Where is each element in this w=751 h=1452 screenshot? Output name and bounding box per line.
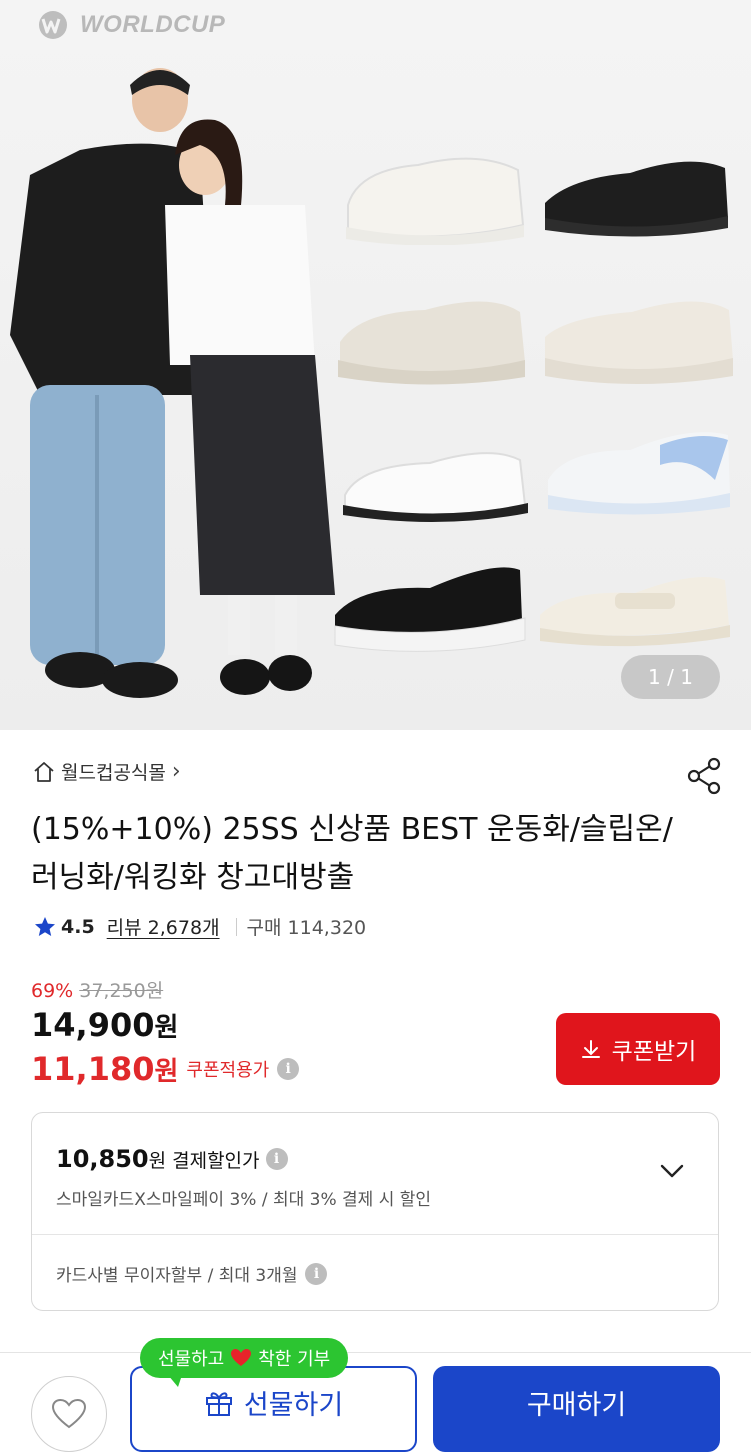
wishlist-button[interactable]	[31, 1376, 107, 1452]
purchase-count: 구매 114,320	[246, 917, 367, 939]
home-icon	[34, 761, 54, 782]
discount-rate: 69%	[31, 980, 74, 1002]
payment-benefit-box[interactable]: 10,850원 결제할인가 i 스마일카드X스마일페이 3% / 최대 3% 결…	[31, 1112, 719, 1311]
coupon-download-button[interactable]: 쿠폰받기	[556, 1013, 720, 1085]
gift-bubble-text-pre: 선물하고	[158, 1349, 225, 1370]
gift-bubble-text-post: 착한 기부	[258, 1349, 331, 1370]
download-icon	[581, 1040, 600, 1058]
info-icon[interactable]: i	[265, 1148, 288, 1170]
coupon-price-row: 11,180원 쿠폰적용가 i	[31, 1050, 300, 1088]
discount-row: 69% 37,250원	[31, 976, 163, 1003]
divider	[235, 917, 237, 936]
image-counter: 1 / 1	[621, 655, 720, 699]
product-title: (15%+10%) 25SS 신상품 BEST 운동화/슬립온/러닝화/워킹화 …	[31, 812, 673, 895]
shoe-beige-chunky-2	[545, 301, 733, 384]
share-icon[interactable]	[684, 756, 724, 796]
buy-button-label: 구매하기	[526, 1389, 627, 1421]
coupon-price-number: 11,180	[31, 1050, 155, 1088]
gift-button-label: 선물하기	[243, 1389, 344, 1421]
shoe-beige-chunky-1	[338, 301, 525, 385]
coupon-price-unit: 원	[154, 1057, 179, 1087]
buy-button[interactable]: 구매하기	[433, 1366, 720, 1452]
original-price: 37,250원	[79, 980, 164, 1002]
gift-donation-tooltip: 선물하고 착한 기부	[140, 1338, 349, 1387]
payment-price-label: 결제할인가	[172, 1149, 260, 1172]
worldcup-logo-icon	[39, 11, 67, 39]
shoe-black-slipon	[334, 567, 526, 652]
star-icon	[35, 916, 55, 936]
shoe-black-running	[545, 161, 728, 237]
installment-text: 카드사별 무이자할부 / 최대 3개월	[56, 1266, 298, 1286]
payment-price-row: 10,850원 결제할인가 i	[56, 1145, 288, 1173]
store-link[interactable]: 월드컵공식몰 ›	[33, 758, 181, 785]
store-name: 월드컵공식몰	[61, 762, 166, 784]
payment-price: 10,850원	[56, 1145, 167, 1173]
sale-price-number: 14,900	[31, 1006, 155, 1044]
installment-row: 카드사별 무이자할부 / 최대 3개월 i	[56, 1261, 328, 1286]
chevron-right-icon: ›	[171, 759, 181, 784]
product-image[interactable]: WORLDCUP 1 / 1	[0, 0, 751, 730]
rating-score: 4.5	[61, 915, 95, 938]
models-illustration	[10, 68, 335, 698]
heart-icon	[231, 1349, 252, 1366]
chevron-down-icon[interactable]	[658, 1157, 686, 1185]
rating-row: 4.5 리뷰 2,678개 구매 114,320	[33, 913, 366, 940]
payment-discount-desc: 스마일카드X스마일페이 3% / 최대 3% 결제 시 할인	[56, 1190, 432, 1210]
coupon-price-label: 쿠폰적용가	[186, 1060, 270, 1081]
shoe-white-running	[346, 157, 525, 245]
gift-icon	[205, 1392, 232, 1416]
coupon-price: 11,180원	[31, 1050, 178, 1088]
review-count-link[interactable]: 리뷰 2,678개	[107, 913, 220, 940]
heart-icon	[51, 1398, 87, 1429]
info-icon[interactable]: i	[305, 1262, 328, 1285]
coupon-button-label: 쿠폰받기	[611, 1038, 697, 1064]
info-icon[interactable]: i	[277, 1058, 300, 1080]
shoe-cream-strap	[540, 576, 730, 647]
sale-price: 14,900원	[31, 1006, 178, 1044]
brand-logo: WORLDCUP	[34, 10, 225, 40]
divider	[32, 1234, 718, 1235]
shoe-white-walking	[343, 452, 528, 523]
sale-price-unit: 원	[154, 1013, 179, 1043]
shoe-white-blue-running	[548, 432, 730, 515]
